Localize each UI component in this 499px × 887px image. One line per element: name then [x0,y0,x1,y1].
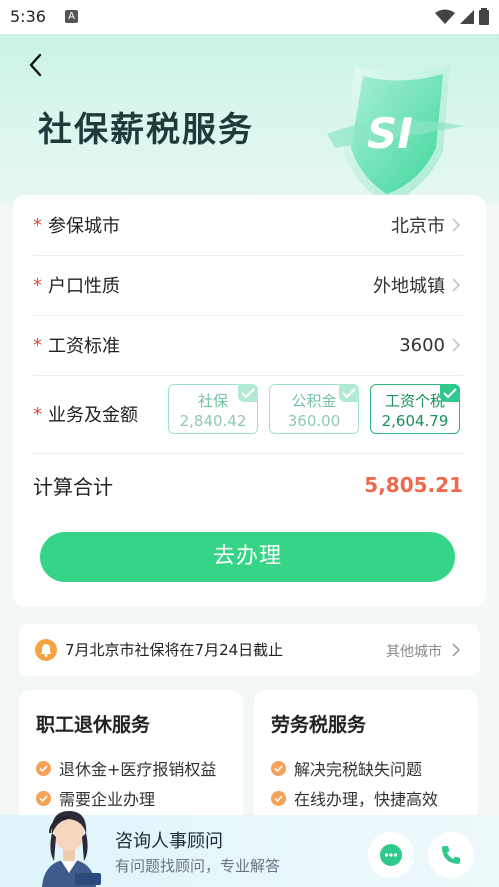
deadline-notice: 7月北京市社保将在7月24日截止 其他城市 [19,624,480,676]
service-item-text: 退休金+医疗报销权益 [59,760,217,779]
check-icon [440,384,460,402]
wifi-icon [435,9,455,24]
check-icon [339,384,359,402]
chevron-right-icon [452,278,461,292]
call-button[interactable] [428,832,474,878]
consultant-bar[interactable]: 咨询人事顾问 有问题找顾问，专业解答 [0,811,499,887]
back-arrow-icon[interactable] [22,50,52,80]
chip-amount: 2,604.79 [381,412,449,430]
required-mark: * [33,334,42,356]
other-cities-link[interactable]: 其他城市 [386,641,442,661]
notice-text: 7月北京市社保将在7月24日截止 [65,641,284,659]
chip-social-insurance[interactable]: 社保 2,840.42 [168,384,258,434]
check-circle-icon [271,790,286,806]
row-hukou[interactable]: * 户口性质 外地城镇 [33,255,463,316]
bell-icon [35,639,57,661]
row-label: 参保城市 [48,216,120,237]
consult-subtitle: 有问题找顾问，专业解答 [115,857,281,875]
check-icon [238,384,258,402]
shield-si-icon: SI [327,64,465,204]
battery-icon [479,8,489,25]
status-icons [435,8,489,25]
status-time: 5:36 [10,7,46,26]
hukou-value: 外地城镇 [373,276,445,297]
notification-a-icon: A [65,10,78,23]
service-title: 职工退休服务 [36,714,151,736]
chip-amount: 2,840.42 [179,412,247,430]
city-value: 北京市 [391,216,445,237]
service-title: 劳务税服务 [271,714,367,736]
chat-icon [380,844,402,866]
total-label: 计算合计 [33,474,113,499]
chip-housing-fund[interactable]: 公积金 360.00 [269,384,359,434]
calculator-card: * 参保城市 北京市 * 户口性质 外地城镇 * 工资标准 3600 * 业务及… [13,195,486,607]
hero-banner: 社保薪税服务 SI [0,34,499,204]
row-label: 工资标准 [48,336,120,357]
signal-icon [460,9,474,24]
total-value: 5,805.21 [364,473,463,497]
consult-title: 咨询人事顾问 [115,831,223,852]
service-item-text: 解决完税缺失问题 [294,760,423,779]
service-item: 解决完税缺失问题 [271,756,422,780]
service-item-text: 在线办理，快捷高效 [294,790,439,809]
required-mark: * [33,403,42,425]
chat-button[interactable] [368,832,414,878]
row-label: 业务及金额 [48,405,138,426]
row-business: * 业务及金额 社保 2,840.42 公积金 360.00 工资个税 2,60… [33,375,463,454]
chip-income-tax[interactable]: 工资个税 2,604.79 [370,384,460,434]
phone-icon [442,846,460,864]
check-circle-icon [271,760,286,776]
row-label: 户口性质 [48,276,120,297]
required-mark: * [33,214,42,236]
consultant-avatar [42,811,101,887]
check-circle-icon [36,760,51,776]
required-mark: * [33,274,42,296]
chevron-right-icon [452,218,461,232]
salary-value: 3600 [399,334,445,356]
status-bar: 5:36 A [0,0,499,34]
chip-amount: 360.00 [287,412,341,430]
page-title: 社保薪税服务 [38,110,254,150]
submit-button[interactable]: 去办理 [40,532,455,582]
chevron-right-icon [452,338,461,352]
service-item: 退休金+医疗报销权益 [36,756,216,780]
row-city[interactable]: * 参保城市 北京市 [33,195,463,256]
shield-text: SI [367,109,413,158]
service-item: 在线办理，快捷高效 [271,786,438,810]
row-salary[interactable]: * 工资标准 3600 [33,315,463,376]
chevron-right-icon[interactable] [452,643,460,657]
total-row: 计算合计 5,805.21 [33,457,463,513]
